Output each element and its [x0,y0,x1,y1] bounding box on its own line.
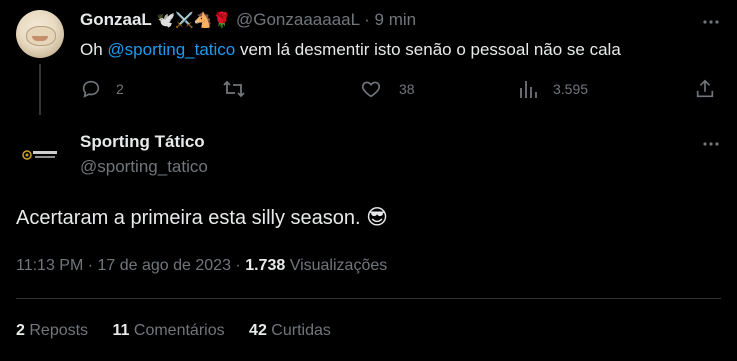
main-author-name[interactable]: Sporting Tático [80,132,205,152]
reply-count: 2 [116,81,124,97]
retweet-button[interactable] [222,78,246,100]
like-count: 38 [399,81,415,97]
reposts-label: Reposts [29,322,89,339]
reply-header: GonzaaL 🕊️⚔️🐴🌹 @GonzaaaaaaL · 9 min [80,10,416,30]
views-button[interactable]: 3.595 [518,78,588,100]
reply-icon [82,80,100,98]
more-icon[interactable] [701,12,721,32]
like-icon [362,81,380,98]
reply-author-handle[interactable]: @GonzaaaaaaL [236,10,359,29]
reply-emoji-badges: 🕊️⚔️🐴🌹 [156,12,232,29]
more-icon[interactable] [701,134,721,154]
tweet-body: Acertaram a primeira esta silly season. [16,207,361,229]
reply-time[interactable]: · 9 min [364,10,416,29]
divider [16,298,721,299]
mention-link[interactable]: @sporting_tatico [107,40,235,59]
views-icon [520,81,537,98]
engagement-stats: 2 Reposts 11 Comentários 42 Curtidas [16,322,331,340]
share-button[interactable] [694,78,716,100]
tweet-text: Acertaram a primeira esta silly season. … [16,205,388,230]
retweet-icon [223,80,245,98]
comments-stat[interactable]: 11 Comentários [113,322,225,339]
likes-stat-count: 42 [249,322,267,339]
views-count: 3.595 [553,81,589,97]
reposts-count: 2 [16,322,25,339]
sporting-tatico-logo [22,150,57,160]
view-count: 1.738 [245,257,286,274]
reply-text-suffix: vem lá desmentir isto senão o pessoal nã… [235,40,621,59]
reply-text: Oh @sporting_tatico vem lá desmentir ist… [80,40,621,60]
likes-label: Curtidas [271,322,331,339]
comments-count: 11 [112,322,130,339]
reposts-stat[interactable]: 2 Reposts [16,322,88,339]
view-label: Visualizações [285,257,388,274]
share-icon [696,79,714,98]
avatar[interactable] [16,131,64,179]
comments-label: Comentários [133,322,225,339]
reply-text-prefix: Oh [80,40,108,59]
main-author-handle[interactable]: @sporting_tatico [80,157,208,177]
sunglasses-emoji: 😎 [366,206,389,229]
avatar[interactable] [16,10,64,58]
tweet-timestamp[interactable]: 11:13 PM · 17 de ago de 2023 · [16,257,245,274]
likes-stat[interactable]: 42 Curtidas [249,322,331,339]
thread-line [39,64,41,115]
reply-button[interactable]: 2 [80,78,124,100]
like-button[interactable]: 38 [360,78,415,100]
tweet-meta: 11:13 PM · 17 de ago de 2023 · 1.738 Vis… [16,257,387,275]
reply-author-name[interactable]: GonzaaL [80,10,152,29]
